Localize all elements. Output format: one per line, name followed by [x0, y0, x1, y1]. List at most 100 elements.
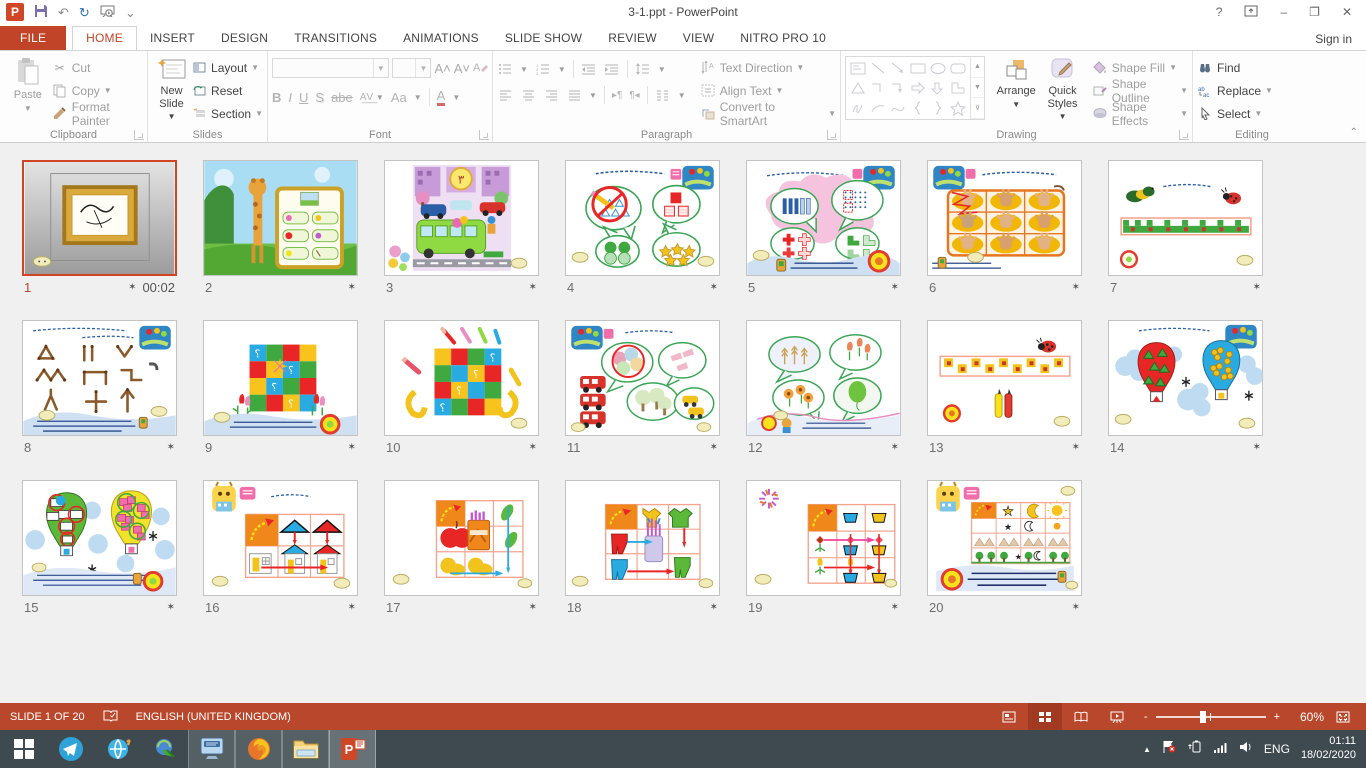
slide-thumbnail-5[interactable]: 5✶: [746, 160, 901, 299]
shapes-more-icon[interactable]: ⊽: [971, 98, 984, 119]
minimize-button[interactable]: –: [1280, 5, 1287, 19]
bold-button[interactable]: B: [272, 90, 281, 105]
start-button[interactable]: [0, 730, 47, 768]
taskbar-internet-explorer-icon[interactable]: [94, 730, 141, 768]
tab-review[interactable]: REVIEW: [595, 27, 670, 50]
tab-slideshow[interactable]: SLIDE SHOW: [492, 27, 595, 50]
slide-thumbnail-11[interactable]: 11✶: [565, 320, 720, 459]
slide-counter[interactable]: SLIDE 1 OF 20: [10, 711, 85, 723]
copy-button[interactable]: Copy▼: [52, 81, 143, 100]
align-left-icon[interactable]: [497, 87, 513, 103]
change-case-button[interactable]: Aa: [391, 90, 407, 105]
redo-icon[interactable]: ↻: [79, 6, 90, 19]
slide-thumbnail-2[interactable]: 2✶: [203, 160, 358, 299]
slide-thumbnail-14[interactable]: 14✶: [1108, 320, 1263, 459]
taskbar-firefox-icon[interactable]: [235, 730, 282, 768]
slide-thumbnail-1[interactable]: 1✶00:02: [22, 160, 177, 299]
shapes-scroll-up-icon[interactable]: ▲: [971, 57, 984, 78]
slide-thumbnail-20[interactable]: ★ ★ ★ 20✶: [927, 480, 1082, 619]
save-icon[interactable]: [34, 4, 48, 20]
font-size-combobox[interactable]: ▼: [392, 58, 432, 78]
tab-nitro-pro[interactable]: NITRO PRO 10: [727, 27, 839, 50]
replace-button[interactable]: abacReplace▼: [1197, 81, 1273, 100]
columns-icon[interactable]: [655, 87, 671, 103]
decrease-indent-icon[interactable]: [581, 61, 597, 77]
section-button[interactable]: Section▼: [191, 104, 263, 123]
drawing-dialog-launcher[interactable]: [1179, 130, 1189, 140]
text-shadow-button[interactable]: S: [315, 90, 324, 105]
tray-language[interactable]: ENG: [1264, 742, 1290, 756]
slide-thumbnail-9[interactable]: ؟ ؟ ؟ ؟ 9✶: [203, 320, 358, 459]
slide-thumbnail-7[interactable]: 7✶: [1108, 160, 1263, 299]
new-slide-button[interactable]: New Slide▼: [152, 54, 191, 121]
taskbar-idm-icon[interactable]: [141, 730, 188, 768]
paste-button[interactable]: Paste▼: [4, 54, 52, 113]
font-dialog-launcher[interactable]: [479, 130, 489, 140]
shape-fill-button[interactable]: Shape Fill▼: [1092, 58, 1188, 77]
font-color-button[interactable]: A: [437, 88, 446, 106]
align-text-button[interactable]: Align Text▼: [700, 81, 836, 100]
tray-clock[interactable]: 01:11 18/02/2020: [1301, 735, 1356, 763]
clipboard-dialog-launcher[interactable]: [134, 130, 144, 140]
spell-check-icon[interactable]: [103, 709, 118, 725]
shapes-scroll-down-icon[interactable]: ▼: [971, 78, 984, 99]
start-slideshow-icon[interactable]: [100, 5, 115, 19]
tab-transitions[interactable]: TRANSITIONS: [281, 27, 390, 50]
normal-view-button[interactable]: [992, 703, 1026, 730]
find-button[interactable]: Find: [1197, 58, 1273, 77]
shapes-gallery[interactable]: ▲ ▼ ⊽: [845, 56, 985, 120]
align-right-icon[interactable]: [543, 87, 559, 103]
language-indicator[interactable]: ENGLISH (UNITED KINGDOM): [136, 711, 291, 723]
zoom-slider-thumb[interactable]: [1200, 711, 1206, 723]
tab-home[interactable]: HOME: [72, 26, 137, 51]
slide-thumbnail-10[interactable]: ؟ ؟ ؟ ؟ 10✶: [384, 320, 539, 459]
format-painter-button[interactable]: Format Painter: [52, 104, 143, 123]
underline-button[interactable]: U: [299, 90, 308, 105]
shrink-font-button[interactable]: A˅: [454, 61, 470, 76]
tray-volume-icon[interactable]: [1239, 740, 1253, 758]
tab-insert[interactable]: INSERT: [137, 27, 208, 50]
paste-dropdown-arrow[interactable]: ▼: [24, 104, 32, 113]
slide-thumbnail-4[interactable]: 4✶: [565, 160, 720, 299]
taskbar-powerpoint-icon[interactable]: P: [329, 730, 376, 768]
bullets-icon[interactable]: [497, 61, 513, 77]
shape-outline-button[interactable]: Shape Outline▼: [1092, 81, 1188, 100]
fit-slide-to-window-button[interactable]: [1326, 703, 1360, 730]
slide-thumbnail-6[interactable]: 6✶: [927, 160, 1082, 299]
strikethrough-button[interactable]: abe: [331, 90, 353, 105]
zoom-slider[interactable]: [1156, 716, 1266, 718]
text-direction-button[interactable]: AText Direction▼: [700, 58, 836, 77]
tray-action-center-icon[interactable]: [1162, 740, 1177, 758]
qat-customize-icon[interactable]: ⌄: [125, 6, 136, 19]
italic-button[interactable]: I: [288, 90, 292, 105]
zoom-out-button[interactable]: -: [1144, 711, 1148, 723]
slide-thumbnail-3[interactable]: ٣ 3✶: [384, 160, 539, 299]
tray-show-hidden-icons[interactable]: ▲: [1143, 745, 1151, 754]
zoom-in-button[interactable]: +: [1274, 711, 1280, 723]
paragraph-dialog-launcher[interactable]: [827, 130, 837, 140]
close-button[interactable]: ✕: [1342, 5, 1352, 19]
line-spacing-icon[interactable]: [635, 61, 651, 77]
slide-thumbnail-15[interactable]: 15✶: [22, 480, 177, 619]
taskbar-onscreen-keyboard-icon[interactable]: [188, 730, 235, 768]
slide-thumbnail-19[interactable]: 19✶: [746, 480, 901, 619]
layout-button[interactable]: Layout▼: [191, 58, 263, 77]
reset-button[interactable]: Reset: [191, 81, 263, 100]
slide-thumbnail-16[interactable]: 16✶: [203, 480, 358, 619]
slideshow-view-button[interactable]: [1100, 703, 1134, 730]
collapse-ribbon-icon[interactable]: ⌃: [1350, 127, 1358, 138]
slide-thumbnail-18[interactable]: 18✶: [565, 480, 720, 619]
taskbar-telegram-icon[interactable]: [47, 730, 94, 768]
tab-design[interactable]: DESIGN: [208, 27, 281, 50]
slide-thumbnail-13[interactable]: 13✶: [927, 320, 1082, 459]
slide-thumbnail-12[interactable]: 12✶: [746, 320, 901, 459]
align-center-icon[interactable]: [520, 87, 536, 103]
help-icon[interactable]: ?: [1216, 5, 1223, 19]
slide-thumbnail-17[interactable]: 17✶: [384, 480, 539, 619]
numbering-icon[interactable]: 123: [535, 61, 551, 77]
increase-indent-icon[interactable]: [604, 61, 620, 77]
tab-view[interactable]: VIEW: [670, 27, 727, 50]
cut-button[interactable]: ✂Cut: [52, 58, 143, 77]
font-name-combobox[interactable]: ▼: [272, 58, 389, 78]
arrange-button[interactable]: Arrange▼: [993, 54, 1039, 109]
